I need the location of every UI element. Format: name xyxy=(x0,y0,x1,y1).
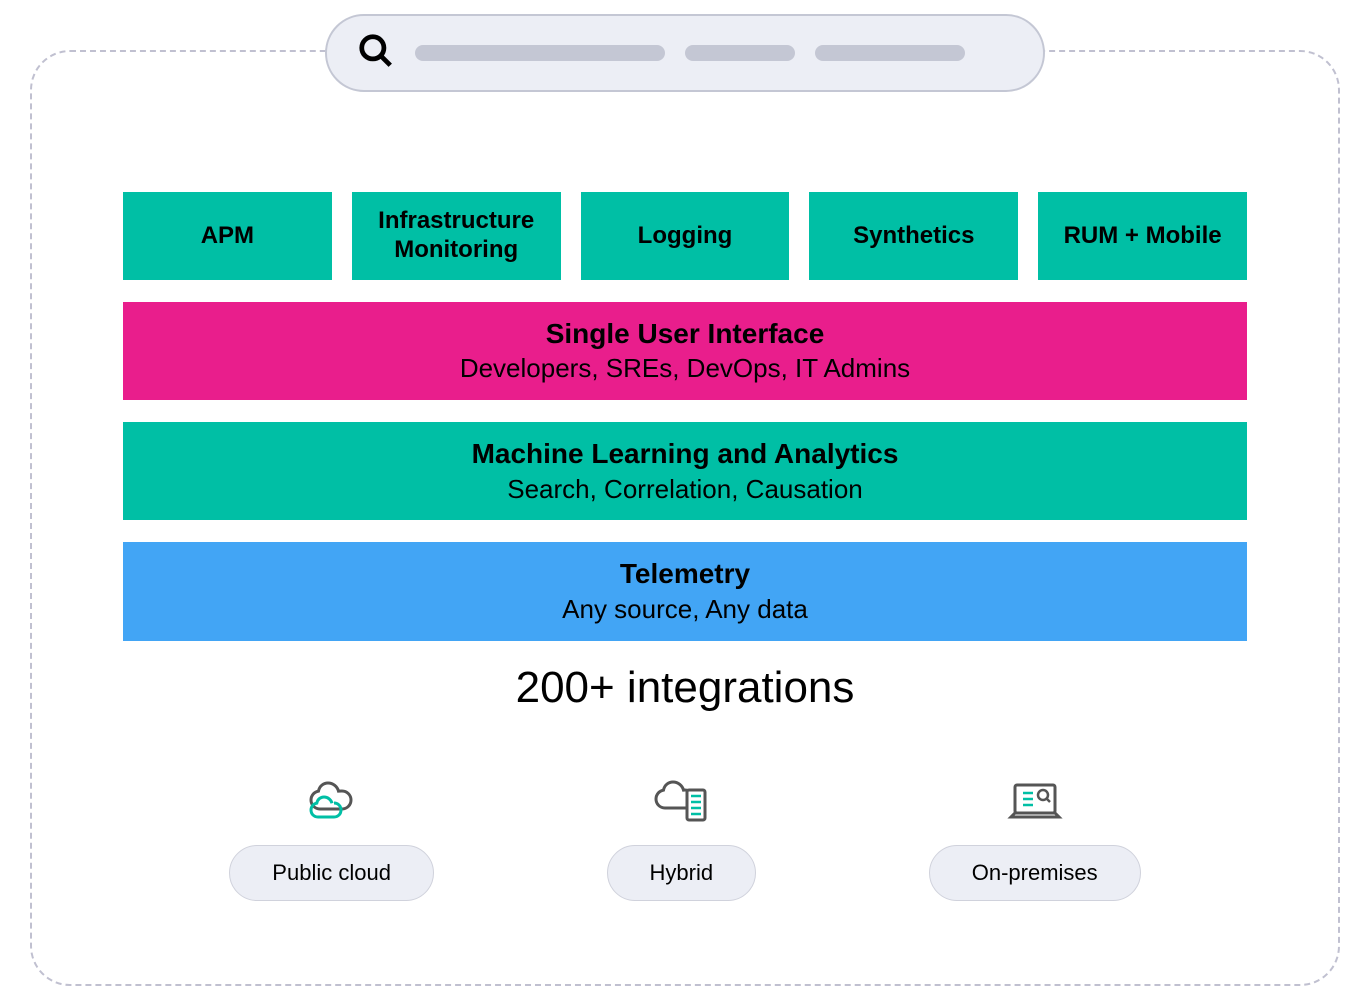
platform-container: APM Infrastructure Monitoring Logging Sy… xyxy=(30,50,1340,986)
search-placeholder-group xyxy=(415,45,1013,61)
deployment-public-cloud: Public cloud xyxy=(229,773,434,901)
band-subtitle: Developers, SREs, DevOps, IT Admins xyxy=(123,352,1247,386)
band-title: Machine Learning and Analytics xyxy=(123,436,1247,472)
deployment-row: Public cloud Hybrid xyxy=(123,773,1247,901)
deployment-hybrid: Hybrid xyxy=(607,773,757,901)
band-single-ui: Single User Interface Developers, SREs, … xyxy=(123,302,1247,400)
band-subtitle: Search, Correlation, Causation xyxy=(123,473,1247,507)
capabilities-row: APM Infrastructure Monitoring Logging Sy… xyxy=(123,192,1247,280)
band-title: Single User Interface xyxy=(123,316,1247,352)
band-subtitle: Any source, Any data xyxy=(123,593,1247,627)
deployment-pill: Public cloud xyxy=(229,845,434,901)
search-icon xyxy=(357,32,395,75)
search-placeholder-bar xyxy=(815,45,965,61)
laptop-icon xyxy=(1003,773,1067,829)
capability-logging: Logging xyxy=(581,192,790,280)
search-placeholder-bar xyxy=(685,45,795,61)
capability-rum-mobile: RUM + Mobile xyxy=(1038,192,1247,280)
search-placeholder-bar xyxy=(415,45,665,61)
capability-apm: APM xyxy=(123,192,332,280)
search-bar[interactable] xyxy=(325,14,1045,92)
cloud-icon xyxy=(300,773,364,829)
capability-infrastructure: Infrastructure Monitoring xyxy=(352,192,561,280)
capability-synthetics: Synthetics xyxy=(809,192,1018,280)
band-telemetry: Telemetry Any source, Any data xyxy=(123,542,1247,640)
hybrid-cloud-icon xyxy=(649,773,713,829)
band-ml-analytics: Machine Learning and Analytics Search, C… xyxy=(123,422,1247,520)
integrations-count: 200+ integrations xyxy=(123,663,1247,713)
deployment-pill: Hybrid xyxy=(607,845,757,901)
deployment-pill: On-premises xyxy=(929,845,1141,901)
band-title: Telemetry xyxy=(123,556,1247,592)
deployment-on-premises: On-premises xyxy=(929,773,1141,901)
